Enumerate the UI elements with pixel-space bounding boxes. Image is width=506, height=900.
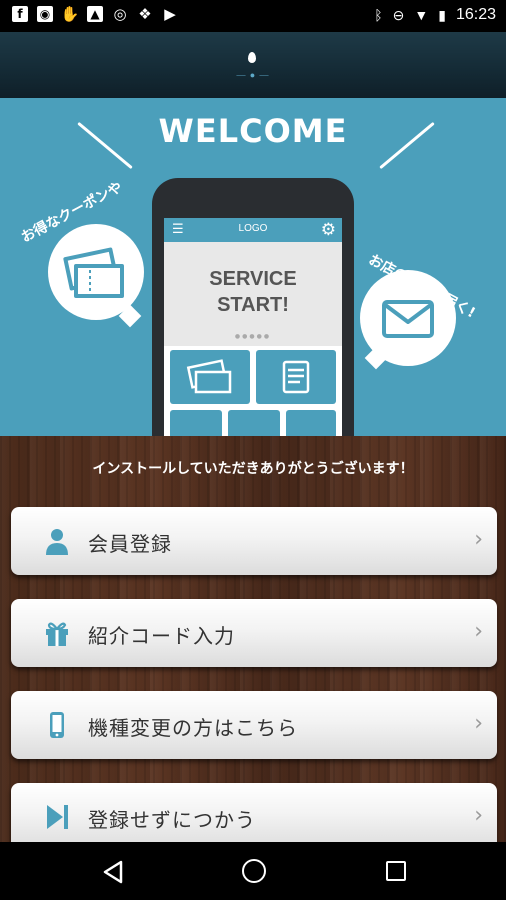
notepad-icon bbox=[282, 360, 310, 394]
device-change-label: 機種変更の方はこちら bbox=[88, 716, 298, 740]
battery-icon: ▮ bbox=[438, 6, 446, 23]
use-without-register-button[interactable]: 登録せずにつかう › bbox=[11, 783, 497, 851]
register-member-button[interactable]: 会員登録 › bbox=[11, 507, 497, 575]
brand-icon: ▶ bbox=[164, 5, 176, 23]
welcome-title: WELCOME bbox=[158, 112, 348, 150]
chevron-right-icon: › bbox=[474, 619, 483, 644]
carousel-dots: ●●●●● bbox=[234, 333, 272, 340]
chevron-right-icon: › bbox=[474, 711, 483, 736]
service-start-text: SERVICE START! bbox=[164, 266, 342, 318]
instagram-icon: ◎ bbox=[113, 5, 127, 23]
phone-app-bar: ☰ LOGO ⚙ bbox=[164, 218, 342, 242]
do-not-disturb-icon: ⊖ bbox=[392, 6, 405, 23]
service-line1: SERVICE bbox=[209, 268, 297, 290]
app-header: — ● — bbox=[0, 32, 506, 98]
thanks-message: インストールしていただきありがとうございます！ bbox=[92, 461, 414, 477]
drop-icon bbox=[248, 52, 256, 63]
line-icon: ◉ bbox=[37, 6, 53, 22]
chevron-right-icon: › bbox=[474, 803, 483, 828]
tile-4 bbox=[228, 410, 280, 436]
referral-code-button[interactable]: 紹介コード入力 › bbox=[11, 599, 497, 667]
coupon-tile bbox=[170, 350, 250, 404]
skip-icon bbox=[43, 803, 71, 831]
register-member-label: 会員登録 bbox=[88, 532, 172, 556]
tile-5 bbox=[286, 410, 336, 436]
device-change-button[interactable]: 機種変更の方はこちら › bbox=[11, 691, 497, 759]
chevron-right-icon: › bbox=[474, 527, 483, 552]
system-icons: ᛒ ⊖ ▼ ▮ 16:23 bbox=[374, 6, 496, 24]
clock: 16:23 bbox=[455, 6, 496, 23]
status-bar: f ◉ ✋ ▲ ◎ ❖ ▶ ᛒ ⊖ ▼ ▮ 16:23 bbox=[0, 0, 506, 32]
phone-banner: SERVICE START! ●●●●● bbox=[164, 242, 342, 346]
ticket-icon bbox=[186, 359, 232, 394]
phone-screen: ☰ LOGO ⚙ SERVICE START! ●●●●● bbox=[164, 218, 342, 436]
tile-3 bbox=[170, 410, 222, 436]
dropbox-icon: ❖ bbox=[138, 5, 152, 23]
service-line2: START! bbox=[217, 294, 289, 316]
home-icon[interactable] bbox=[242, 859, 266, 883]
gift-icon bbox=[43, 619, 71, 647]
referral-code-label: 紹介コード入力 bbox=[88, 624, 235, 648]
back-icon[interactable] bbox=[101, 860, 125, 888]
hand-icon: ✋ bbox=[60, 5, 80, 23]
phone-mockup: ☰ LOGO ⚙ SERVICE START! ●●●●● bbox=[152, 178, 354, 436]
navigation-bar bbox=[0, 842, 506, 900]
phone-logo: LOGO bbox=[238, 223, 268, 234]
recent-apps-icon[interactable] bbox=[386, 861, 406, 881]
use-without-register-label: 登録せずにつかう bbox=[88, 808, 256, 832]
smartphone-icon bbox=[43, 711, 71, 739]
image-icon: ▲ bbox=[87, 6, 103, 22]
bluetooth-icon: ᛒ bbox=[374, 7, 383, 23]
welcome-banner: WELCOME お得なクーポンや お店の情報が届く! ☰ LOGO bbox=[0, 98, 506, 436]
facebook-icon: f bbox=[12, 6, 28, 22]
notification-icons: f ◉ ✋ ▲ ◎ ❖ ▶ bbox=[12, 5, 178, 23]
gear-icon: ⚙ bbox=[320, 220, 336, 240]
menu-area: インストールしていただきありがとうございます！ 会員登録 › 紹介コード入力 ›… bbox=[0, 436, 506, 851]
wifi-icon: ▼ bbox=[414, 7, 429, 23]
person-icon bbox=[43, 527, 71, 555]
notes-tile bbox=[256, 350, 336, 404]
app-logo: — ● — bbox=[236, 70, 270, 80]
